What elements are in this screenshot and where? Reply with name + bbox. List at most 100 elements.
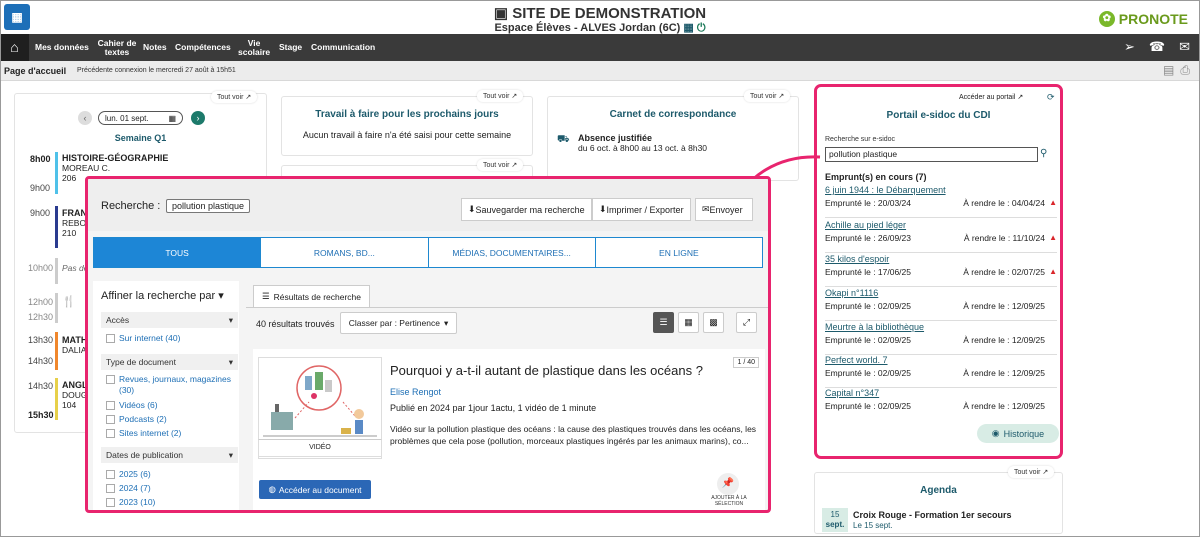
tab-en-ligne[interactable]: EN LIGNE bbox=[596, 238, 762, 267]
result-title[interactable]: Pourquoi y a-t-il autant de plastique da… bbox=[390, 363, 703, 378]
nav-communication[interactable]: Communication bbox=[311, 34, 375, 61]
filter-dates[interactable]: Dates de publication ▾ bbox=[101, 447, 238, 463]
send-icon[interactable]: ➢ bbox=[1124, 39, 1135, 55]
filter-option[interactable]: Sur internet (40) bbox=[106, 333, 180, 344]
send-button[interactable]: ✉ Envoyer bbox=[695, 198, 753, 221]
tab-tous[interactable]: TOUS bbox=[94, 238, 262, 267]
main-nav: ⌂ Mes données Cahier de textes Notes Com… bbox=[0, 34, 1200, 61]
filter-type[interactable]: Type de document ▾ bbox=[101, 354, 238, 370]
refresh-icon[interactable]: ⟳ bbox=[1047, 92, 1055, 103]
loan-title[interactable]: Meurtre à la bibliothèque bbox=[825, 322, 924, 332]
agenda-card bbox=[814, 472, 1063, 534]
next-day-icon[interactable]: › bbox=[191, 111, 205, 125]
loan-borrowed: Emprunté le : 02/09/25 bbox=[825, 335, 912, 345]
carnet-title: Carnet de correspondance bbox=[609, 109, 737, 120]
result-published: Publié en 2024 par 1jour 1actu, 1 vidéo … bbox=[390, 403, 597, 413]
loan-due: À rendre le : 12/09/25 bbox=[963, 401, 1045, 411]
refine-title[interactable]: Affiner la recherche par ▾ bbox=[101, 289, 224, 302]
calendar-icon: ▦ bbox=[168, 114, 176, 123]
loan-due: À rendre le : 11/10/24 bbox=[963, 233, 1045, 243]
search-icon[interactable]: ⚲ bbox=[1040, 148, 1047, 159]
power-icon[interactable]: ⏻ bbox=[697, 22, 706, 34]
tab-medias[interactable]: MÉDIAS, DOCUMENTAIRES... bbox=[429, 238, 596, 267]
loan-title[interactable]: Achille au pied léger bbox=[825, 220, 906, 230]
nav-cahier-de-textes[interactable]: Cahier de textes bbox=[97, 34, 137, 61]
portal-link[interactable]: Accéder au portail ↗ bbox=[959, 93, 1023, 101]
filter-option[interactable]: Sites internet (2) bbox=[106, 428, 181, 439]
filter-option[interactable]: Vidéos (6) bbox=[106, 400, 158, 411]
travail-empty-text: Aucun travail à faire n'a été saisi pour… bbox=[302, 130, 512, 140]
tab-romans[interactable]: ROMANS, BD... bbox=[261, 238, 429, 267]
qr-code-icon[interactable]: ▦ bbox=[683, 22, 693, 34]
nav-vie-scolaire[interactable]: Vie scolaire bbox=[238, 34, 270, 61]
time-label: 13h30 bbox=[28, 335, 54, 345]
home-icon[interactable]: ⌂ bbox=[0, 34, 29, 61]
loan-title[interactable]: 6 juin 1944 : le Débarquement bbox=[825, 185, 946, 195]
checkbox[interactable] bbox=[106, 470, 115, 479]
download-icon: ⬇ bbox=[468, 204, 476, 214]
agenda-event-title[interactable]: Croix Rouge - Formation 1er secours bbox=[853, 510, 1012, 520]
checkbox[interactable] bbox=[106, 415, 115, 424]
checkbox[interactable] bbox=[106, 334, 115, 343]
pronote-brand[interactable]: ✿ PRONOTE bbox=[1098, 11, 1188, 27]
sort-select-value: Classer par : Pertinence bbox=[348, 318, 440, 328]
sub-bar: Page d'accueil Précédente connexion le m… bbox=[0, 61, 1200, 81]
course-room: 206 bbox=[62, 173, 77, 183]
tout-voir-link[interactable]: Tout voir ↗ bbox=[477, 159, 524, 171]
list-view-icon[interactable]: ☰ bbox=[653, 312, 674, 333]
checkbox[interactable] bbox=[106, 375, 115, 384]
loan-title[interactable]: Capital n°347 bbox=[825, 388, 879, 398]
access-document-button[interactable]: ◍ Accéder au document bbox=[259, 480, 371, 499]
agenda-event-date: Le 15 sept. bbox=[853, 521, 893, 530]
checkbox[interactable] bbox=[106, 401, 115, 410]
filter-access[interactable]: Accès ▾ bbox=[101, 312, 238, 328]
pin-icon[interactable]: 📌 bbox=[717, 473, 739, 495]
course-room: 104 bbox=[62, 400, 77, 410]
loan-title[interactable]: Okapi n°1116 bbox=[825, 288, 878, 298]
loan-title[interactable]: Perfect world. 7 bbox=[825, 355, 888, 365]
checkbox[interactable] bbox=[106, 484, 115, 493]
warning-icon: ▲ bbox=[1049, 267, 1057, 276]
loan-item: Perfect world. 7 Emprunté le : 02/09/25 À … bbox=[825, 355, 1057, 388]
esidoc-title: Portail e-sidoc du CDI bbox=[886, 110, 991, 121]
sort-select[interactable]: Classer par : Pertinence ▾ bbox=[340, 312, 457, 334]
history-button[interactable]: ◉ Historique bbox=[977, 424, 1059, 443]
travail-a-faire-card bbox=[281, 96, 533, 156]
date-picker[interactable]: lun. 01 sept. ▦ bbox=[98, 111, 183, 125]
time-label: 12h00 bbox=[28, 297, 54, 307]
tout-voir-text: Tout voir bbox=[1014, 469, 1041, 476]
prev-day-icon[interactable]: ‹ bbox=[78, 111, 92, 125]
nav-stage[interactable]: Stage bbox=[279, 34, 302, 61]
caret-down-icon: ▾ bbox=[228, 314, 233, 325]
print-export-button[interactable]: ⬇ Imprimer / Exporter bbox=[592, 198, 691, 221]
filter-option[interactable]: Revues, journaux, magazines (30) bbox=[106, 374, 231, 396]
print-icon[interactable]: ⎙ bbox=[1180, 63, 1190, 78]
tout-voir-link[interactable]: Tout voir ↗ bbox=[477, 90, 524, 102]
results-tab[interactable]: ☰ Résultats de recherche bbox=[253, 285, 370, 307]
nav-mes-donnees[interactable]: Mes données bbox=[35, 34, 89, 61]
filter-option[interactable]: 2023 (10) bbox=[106, 497, 155, 508]
agenda-date-badge: 15 sept. bbox=[822, 508, 848, 532]
messages-icon[interactable]: ✉ bbox=[1179, 39, 1190, 55]
filter-option[interactable]: 2024 (7) bbox=[106, 483, 151, 494]
filter-option[interactable]: Podcasts (2) bbox=[106, 414, 167, 425]
result-author[interactable]: Elise Rengot bbox=[390, 387, 441, 397]
loan-title[interactable]: 35 kilos d'espoir bbox=[825, 254, 889, 264]
expand-icon[interactable]: ⤢ bbox=[736, 312, 757, 333]
mosaic-view-icon[interactable]: ▩ bbox=[703, 312, 724, 333]
nav-notes[interactable]: Notes bbox=[143, 34, 167, 61]
grid-view-icon[interactable]: ▦ bbox=[678, 312, 699, 333]
notifications-icon[interactable]: ☎ bbox=[1149, 39, 1165, 55]
loan-item: 6 juin 1944 : le Débarquement Emprunté le… bbox=[825, 185, 1057, 218]
nav-competences[interactable]: Compétences bbox=[175, 34, 231, 61]
save-icon[interactable]: ▤ bbox=[1163, 63, 1174, 78]
checkbox[interactable] bbox=[106, 498, 115, 507]
checkbox[interactable] bbox=[106, 429, 115, 438]
tout-voir-link[interactable]: Tout voir ↗ bbox=[211, 91, 258, 103]
filter-option[interactable]: 2025 (6) bbox=[106, 469, 151, 480]
save-search-label: Sauvegarder ma recherche bbox=[475, 204, 585, 215]
tout-voir-link[interactable]: Tout voir ↗ bbox=[1008, 466, 1055, 478]
tout-voir-link[interactable]: Tout voir ↗ bbox=[744, 90, 791, 102]
esidoc-search-input[interactable]: pollution plastique bbox=[825, 147, 1038, 162]
save-search-button[interactable]: ⬇ Sauvegarder ma recherche bbox=[461, 198, 592, 221]
